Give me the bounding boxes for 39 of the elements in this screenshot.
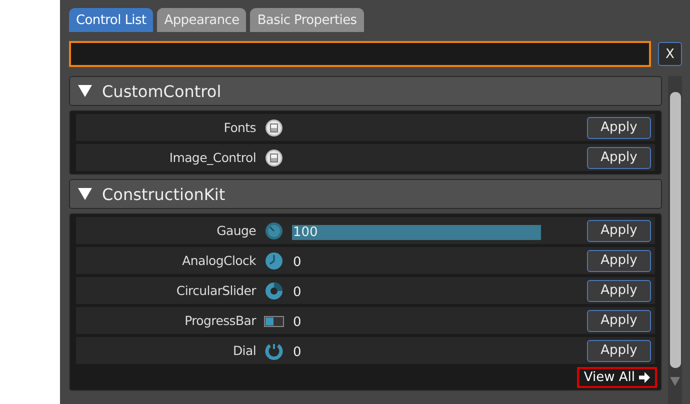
view-all-link[interactable]: View All	[576, 366, 657, 388]
apply-button[interactable]: Apply	[587, 280, 651, 302]
control-name: ProgressBar	[184, 313, 256, 328]
scrollbar[interactable]	[668, 76, 682, 404]
collapse-triangle-icon[interactable]	[78, 188, 92, 200]
group-header[interactable]: CustomControl	[69, 76, 662, 106]
value-text: 0	[292, 255, 302, 270]
control-name: Dial	[232, 343, 256, 358]
value-text: 100	[292, 225, 541, 240]
control-name: AnalogClock	[181, 253, 256, 268]
value-text: 0	[292, 345, 302, 360]
clear-button[interactable]: X	[658, 42, 682, 66]
apply-button[interactable]: Apply	[587, 340, 651, 362]
clock-icon	[265, 252, 283, 270]
group-header[interactable]: ConstructionKit	[69, 179, 662, 209]
control-name: Gauge	[216, 223, 256, 238]
plugin-icon	[265, 118, 283, 136]
scrollbar-thumb[interactable]	[670, 92, 680, 368]
apply-button[interactable]: Apply	[587, 220, 651, 242]
apply-button[interactable]: Apply	[587, 116, 651, 138]
group-title: CustomControl	[102, 82, 222, 100]
search-field[interactable]	[69, 41, 651, 67]
control-name: Fonts	[222, 120, 256, 135]
apply-button[interactable]: Apply	[587, 310, 651, 332]
plugin-icon	[265, 148, 283, 166]
arrow-right-icon	[639, 372, 650, 382]
value-text: 0	[292, 285, 302, 300]
tab[interactable]: Control List	[69, 8, 154, 32]
apply-button[interactable]: Apply	[587, 146, 651, 168]
gauge-icon	[265, 222, 283, 240]
group-title: ConstructionKit	[102, 184, 226, 204]
apply-button[interactable]: Apply	[587, 250, 651, 272]
collapse-triangle-icon[interactable]	[78, 85, 92, 97]
value-text: 0	[292, 315, 302, 330]
dial-icon	[265, 342, 283, 360]
scroll-down-icon[interactable]	[670, 376, 680, 386]
control-name: Image_Control	[168, 150, 256, 165]
ring-icon	[265, 282, 283, 300]
control-name: CircularSlider	[175, 283, 256, 298]
